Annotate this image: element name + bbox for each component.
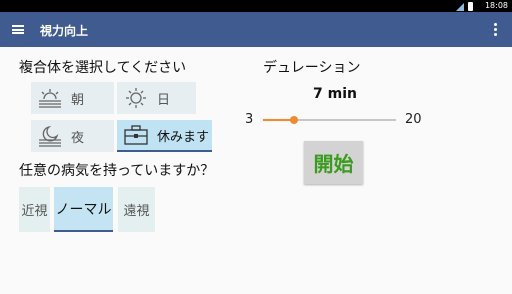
status-bar: 18:08	[0, 0, 512, 12]
condition-hyperopia[interactable]: 遠視	[118, 187, 155, 232]
condition-myopia-label: 近視	[21, 204, 48, 219]
option-day-label: 日	[157, 92, 171, 108]
battery-icon	[468, 2, 473, 11]
option-morning[interactable]: 朝	[31, 82, 114, 114]
option-rest[interactable]: 休みます	[117, 120, 212, 152]
app-bar: 視力向上	[0, 12, 512, 47]
condition-normal[interactable]: ノーマル	[54, 187, 113, 232]
option-night[interactable]: 夜	[31, 120, 114, 152]
complex-heading: 複合体を選択してください	[19, 60, 187, 76]
moon-icon	[39, 125, 61, 147]
slider-thumb[interactable]	[290, 116, 299, 124]
condition-myopia[interactable]: 近視	[19, 187, 50, 232]
start-button[interactable]: 開始	[304, 141, 363, 184]
option-night-label: 夜	[71, 130, 85, 146]
slider-min-label: 3	[245, 112, 254, 127]
duration-value: 7 min	[313, 86, 357, 102]
option-rest-label: 休みます	[157, 129, 210, 145]
duration-heading: デュレーション	[263, 60, 361, 76]
status-icons	[452, 1, 482, 11]
option-day[interactable]: 日	[117, 82, 196, 114]
overflow-menu-icon[interactable]	[494, 23, 498, 37]
option-morning-label: 朝	[71, 92, 85, 108]
condition-normal-label: ノーマル	[55, 201, 112, 218]
sunrise-icon	[39, 89, 61, 108]
slider-max-label: 20	[405, 112, 422, 127]
status-clock: 18:08	[484, 1, 508, 10]
signal-icon	[456, 3, 464, 11]
app-title: 視力向上	[40, 24, 89, 38]
condition-heading: 任意の病気を持っていますか？	[19, 163, 215, 179]
sun-icon	[126, 88, 146, 108]
hamburger-menu-icon[interactable]	[12, 25, 24, 34]
condition-hyperopia-label: 遠視	[123, 204, 150, 219]
briefcase-icon	[124, 125, 148, 145]
